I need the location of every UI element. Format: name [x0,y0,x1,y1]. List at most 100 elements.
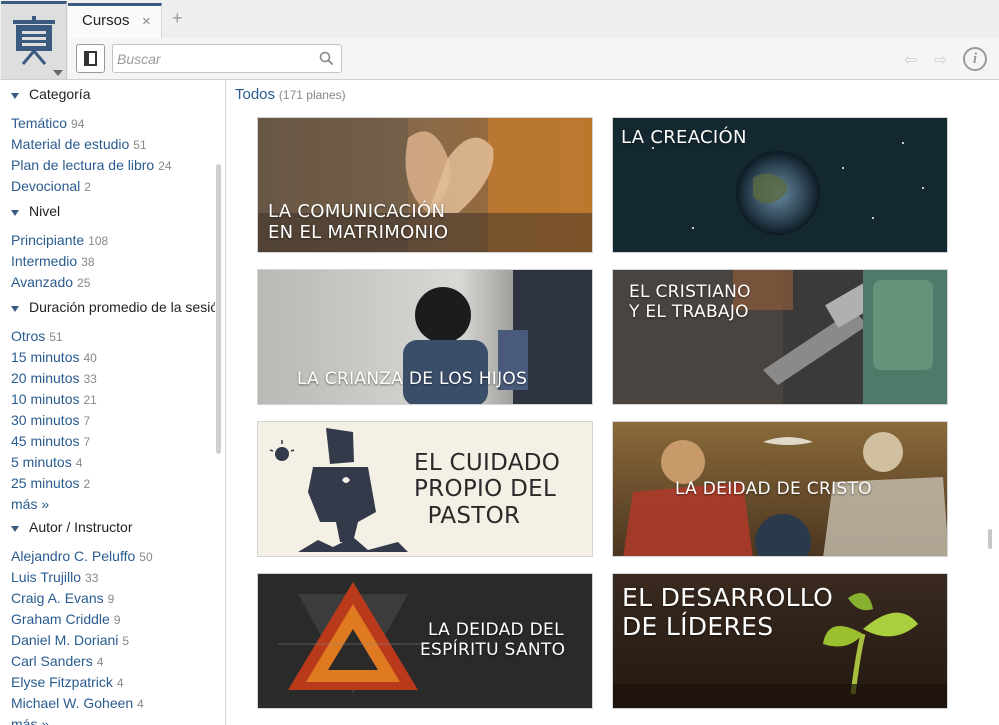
course-card-marriage[interactable]: LA COMUNICACIÓN EN EL MATRIMONIO [257,117,593,253]
filter-item[interactable]: Daniel M. Doriani 5 [0,630,215,651]
filter-label[interactable]: 20 minutos [11,370,79,386]
filter-item[interactable]: Otros 51 [0,326,215,347]
course-title-line: EL DESARROLLO [622,583,834,612]
section-header[interactable]: Categoría [0,86,215,107]
filter-item[interactable]: Carl Sanders 4 [0,651,215,672]
filter-count: 4 [116,676,124,690]
course-title-line: LA CREACIÓN [621,127,747,148]
course-card-leaders[interactable]: EL DESARROLLO DE LÍDERES [612,573,948,709]
search-box[interactable] [112,44,342,73]
course-grid-panel: Todos (171 planes) LA COMUNICACIÓN EN EL… [226,80,999,725]
course-card-deity-christ[interactable]: LA DEIDAD DE CRISTO [612,421,948,557]
filter-label[interactable]: Principiante [11,232,84,248]
filter-item[interactable]: Graham Criddle 9 [0,609,215,630]
filter-count: 33 [85,571,99,585]
filter-label[interactable]: Intermedio [11,253,77,269]
filter-item[interactable]: 25 minutos 2 [0,473,215,494]
filter-count: 51 [49,330,63,344]
filter-label[interactable]: 25 minutos [11,475,79,491]
tab-cursos[interactable]: Cursos × [68,3,162,38]
new-tab-button[interactable]: + [172,8,183,29]
section-title: Duración promedio de la sesión [29,299,215,315]
main-scrollbar[interactable] [988,529,992,549]
filter-label[interactable]: Material de estudio [11,136,129,152]
section-header[interactable]: Nivel [0,203,215,224]
course-card-creation[interactable]: LA CREACIÓN [612,117,948,253]
filter-count: 108 [88,234,109,248]
course-card-parenting[interactable]: LA CRIANZA DE LOS HIJOS [257,269,593,405]
sidebar-toggle-button[interactable] [76,44,105,73]
filter-count: 38 [81,255,95,269]
forward-arrow-icon[interactable]: ⇨ [934,50,947,70]
close-tab-icon[interactable]: × [142,13,151,30]
course-card-holy-spirit[interactable]: LA DEIDAD DEL ESPÍRITU SANTO [257,573,593,709]
course-title: LA CRIANZA DE LOS HIJOS [297,369,527,390]
section-header[interactable]: Autor / Instructor [0,519,215,540]
filter-item[interactable]: Craig A. Evans 9 [0,588,215,609]
search-icon[interactable] [319,51,334,66]
filter-item[interactable]: Avanzado 25 [0,272,215,293]
filter-count: 94 [71,117,85,131]
filter-item[interactable]: Devocional 2 [0,176,215,197]
filter-count: 21 [83,393,97,407]
filter-label[interactable]: Avanzado [11,274,73,290]
filter-label[interactable]: Luis Trujillo [11,569,81,585]
filter-item[interactable]: Elyse Fitzpatrick 4 [0,672,215,693]
filter-item[interactable]: 20 minutos 33 [0,368,215,389]
back-arrow-icon[interactable]: ⇦ [904,50,917,70]
filter-label[interactable]: Carl Sanders [11,653,93,669]
sidebar-scrollbar[interactable] [216,164,221,454]
filter-item[interactable]: Plan de lectura de libro 24 [0,155,215,176]
filter-item[interactable]: Alejandro C. Peluffo 50 [0,546,215,567]
course-card-work[interactable]: EL CRISTIANO Y EL TRABAJO [612,269,948,405]
filter-label[interactable]: 5 minutos [11,454,72,470]
info-icon[interactable]: i [963,47,987,71]
course-card-pastor[interactable]: EL CUIDADO PROPIO DEL PASTOR [257,421,593,557]
filter-label[interactable]: Temático [11,115,67,131]
filter-item[interactable]: 5 minutos 4 [0,452,215,473]
filter-item[interactable]: Luis Trujillo 33 [0,567,215,588]
filter-label[interactable]: 10 minutos [11,391,79,407]
search-input[interactable] [117,48,307,69]
app-menu-button[interactable] [1,1,67,79]
filter-label[interactable]: Otros [11,328,45,344]
section-header[interactable]: Duración promedio de la sesión [0,299,215,320]
sidebar-icon [84,51,97,66]
filter-label[interactable]: Craig A. Evans [11,590,104,606]
filter-item[interactable]: 45 minutos 7 [0,431,215,452]
more-link[interactable]: más » [0,494,215,515]
course-title-line: LA DEIDAD DE CRISTO [675,479,872,499]
filter-label[interactable]: 15 minutos [11,349,79,365]
collapse-triangle-icon[interactable] [11,210,19,216]
course-title-line: Y EL TRABAJO [629,301,749,322]
filter-item[interactable]: Temático 94 [0,113,215,134]
toolbar: ⇦ ⇨ i [68,38,999,79]
collapse-triangle-icon[interactable] [11,526,19,532]
filter-label[interactable]: Alejandro C. Peluffo [11,548,135,564]
filter-item[interactable]: 15 minutos 40 [0,347,215,368]
filter-count: 9 [113,613,121,627]
filter-label[interactable]: 30 minutos [11,412,79,428]
filter-label[interactable]: 45 minutos [11,433,79,449]
filter-item[interactable]: 30 minutos 7 [0,410,215,431]
more-link[interactable]: más » [0,714,215,725]
filter-item[interactable]: Material de estudio 51 [0,134,215,155]
filter-item[interactable]: Michael W. Goheen 4 [0,693,215,714]
filter-label[interactable]: Daniel M. Doriani [11,632,118,648]
filter-count: 40 [83,351,97,365]
breadcrumb-all-link[interactable]: Todos [235,86,275,103]
course-title-line: EN EL MATRIMONIO [268,221,449,243]
filter-count: 4 [137,697,144,711]
filter-item[interactable]: Principiante 108 [0,230,215,251]
filter-item[interactable]: 10 minutos 21 [0,389,215,410]
filter-label[interactable]: Devocional [11,178,80,194]
course-title-line: DE LÍDERES [622,611,774,641]
filter-label[interactable]: Michael W. Goheen [11,695,133,711]
collapse-triangle-icon[interactable] [11,93,19,99]
filter-label[interactable]: Elyse Fitzpatrick [11,674,113,690]
collapse-triangle-icon[interactable] [11,306,19,312]
filter-item[interactable]: Intermedio 38 [0,251,215,272]
filter-label[interactable]: Plan de lectura de libro [11,157,154,173]
filter-count: 2 [84,180,91,194]
filter-label[interactable]: Graham Criddle [11,611,110,627]
